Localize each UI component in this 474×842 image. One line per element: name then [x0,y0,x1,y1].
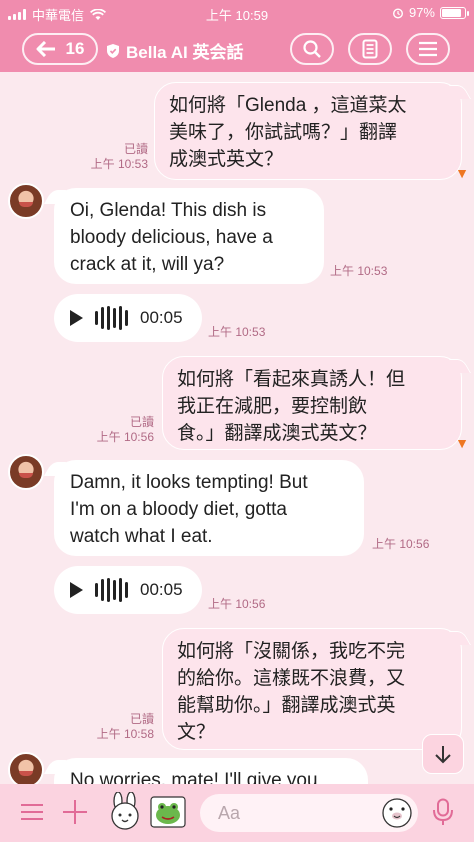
arrow-down-icon [435,746,451,764]
shield-icon [107,43,119,58]
waveform-icon [95,578,128,602]
message-line: 食。」翻譯成澳式英文？ [177,423,377,444]
chat-area[interactable]: 如何將「Glenda ，這道菜太 美味了，你試試嗎？」翻譯 成澳式英文？ ▼ 已… [0,72,474,784]
frog-sticker-icon [150,796,186,828]
battery-percent: 97% [408,5,435,20]
back-button[interactable]: 16 [22,33,98,65]
unread-count: 16 [65,39,85,58]
avatar[interactable] [8,752,44,784]
scroll-to-bottom-button[interactable] [422,734,464,774]
message-composer [0,784,474,842]
voice-duration: 00:05 [140,308,183,327]
status-bar: 中華電信 上午 10:59 97% [0,0,474,26]
message-time: 上午 10:56 [96,430,154,444]
battery-icon [440,6,469,19]
hamburger-icon [21,804,43,820]
voice-message[interactable]: 00:05 [54,566,202,614]
sticker-shortcut-button[interactable] [380,795,414,829]
message-time: 上午 10:53 [208,325,266,339]
message-time: 上午 10:56 [372,537,430,551]
message-line: 美味了，你試試嗎？」翻譯 [169,122,398,143]
message-line: 成澳式英文？ [169,149,284,170]
avatar[interactable] [8,454,44,490]
voice-duration: 00:05 [140,580,183,599]
message-line: 如何將「Glenda ，這道菜太 [169,95,407,116]
status-right: 97% [392,5,469,20]
sticker-button[interactable] [106,792,144,832]
message-time: 上午 10:56 [208,597,266,611]
plus-icon [63,800,87,824]
message-time: 上午 10:58 [96,727,154,741]
voice-message[interactable]: 00:05 [54,294,202,342]
back-arrow-icon [36,41,55,57]
voice-input-button[interactable] [432,798,454,826]
microphone-icon [433,798,453,825]
outgoing-message[interactable]: 如何將「沒關係，我吃不完 的給你。這樣既不浪費，又 能幫助你。」翻譯成澳式英 文… [162,628,472,750]
menu-icon [419,41,437,57]
avatar[interactable] [8,183,44,219]
incoming-message[interactable]: No worries, mate! I'll give you [43,758,368,784]
menu-button[interactable] [406,33,450,65]
read-status: 已讀 [123,142,148,156]
incoming-message[interactable]: Oi, Glenda! This dish is bloody deliciou… [43,188,324,284]
message-meta: 已讀 上午 10:58 [97,712,154,742]
message-time: 上午 10:53 [90,157,148,171]
message-meta: 已讀 上午 10:53 [91,142,148,172]
message-line: 的給你。這樣既不浪費，又 [177,668,406,689]
read-status: 已讀 [129,712,154,726]
play-icon[interactable] [70,582,83,598]
add-button[interactable] [62,799,88,825]
message-line: Damn, it looks tempting! But [70,472,308,493]
menu-toggle-button[interactable] [20,802,44,822]
outgoing-message[interactable]: 如何將「Glenda ，這道菜太 美味了，你試試嗎？」翻譯 成澳式英文？ ▼ [154,82,472,181]
alarm-icon [392,7,403,19]
emoji-button[interactable] [150,796,186,828]
message-line: I'm on a bloody diet, gotta [70,499,287,520]
message-line: 我正在減肥，要控制飲 [177,396,368,417]
message-line: No worries, mate! I'll give you [70,770,318,784]
brown-bear-icon [382,798,412,828]
chat-title[interactable]: Bella AI 英会話 [106,38,243,63]
message-time: 上午 10:53 [330,264,388,278]
sticker-bunny-icon [111,792,139,830]
search-icon [303,40,321,58]
message-line: 能幫助你。」翻譯成澳式英 [177,695,396,716]
message-line: watch what I eat. [70,526,213,547]
chat-title-text: Bella AI 英会話 [126,43,244,62]
message-meta: 已讀 上午 10:56 [97,415,154,445]
carrot-icon: ▼ [455,435,469,451]
chat-header: 16 Bella AI 英会話 [0,26,474,72]
message-line: crack at it, will ya? [70,254,225,275]
message-input[interactable] [218,802,368,824]
message-line: Oi, Glenda! This dish is [70,200,267,221]
notes-icon [362,39,378,59]
read-status: 已讀 [129,415,154,429]
notes-button[interactable] [348,33,392,65]
search-button[interactable] [290,33,334,65]
waveform-icon [95,306,128,330]
message-line: 文？ [177,722,216,743]
play-icon[interactable] [70,310,83,326]
message-line: 如何將「看起來真誘人！但 [177,369,406,390]
message-line: 如何將「沒關係，我吃不完 [177,641,406,662]
incoming-message[interactable]: Damn, it looks tempting! But I'm on a bl… [43,460,364,556]
outgoing-message[interactable]: 如何將「看起來真誘人！但 我正在減肥，要控制飲 食。」翻譯成澳式英文？ ▼ [162,356,472,451]
carrot-icon: ▼ [455,165,469,181]
message-line: bloody delicious, have a [70,227,273,248]
